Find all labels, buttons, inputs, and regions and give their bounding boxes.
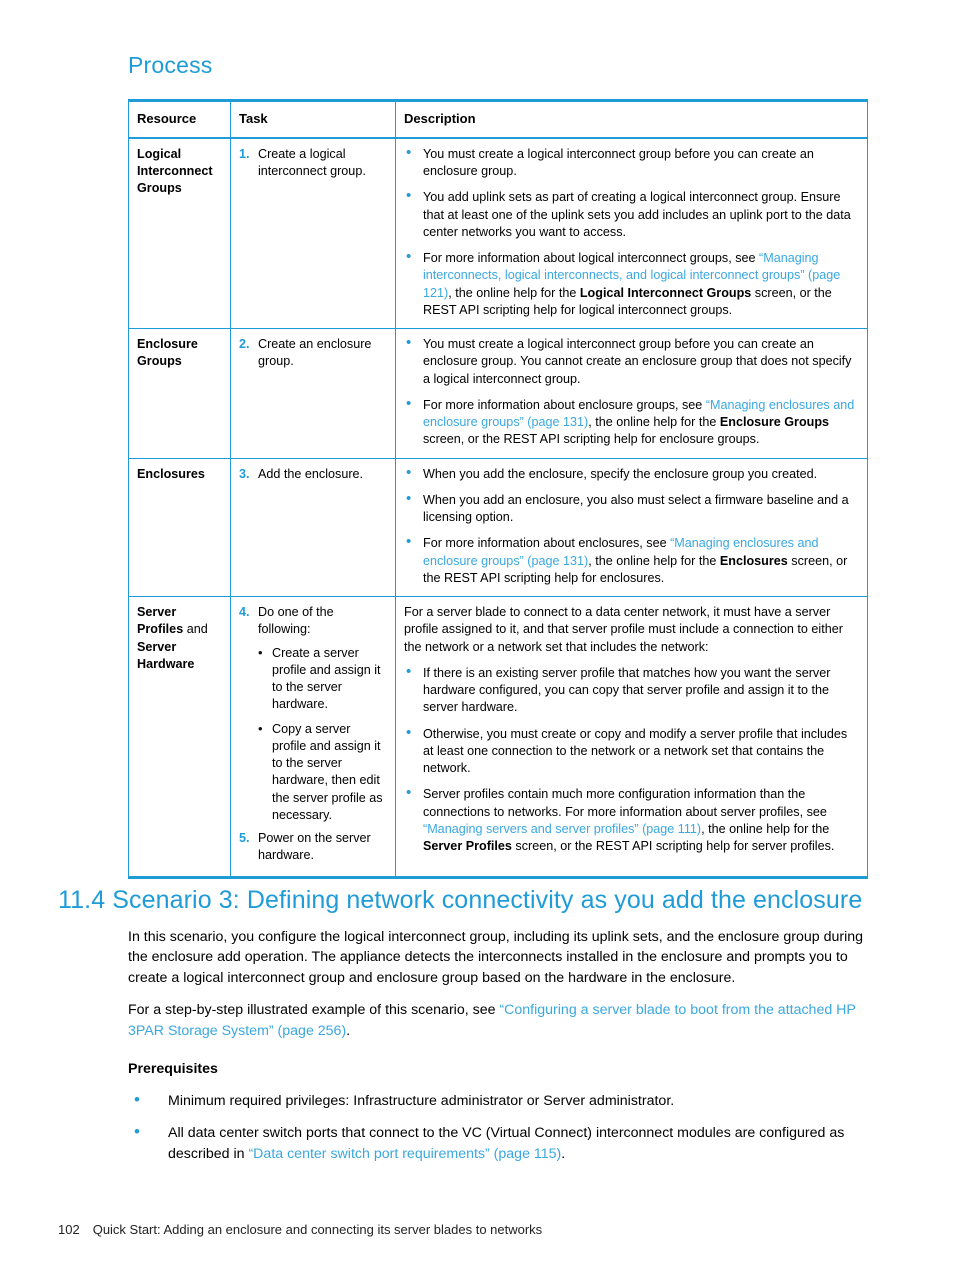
resource-label-line1: Enclosures <box>137 466 205 481</box>
paragraph: In this scenario, you configure the logi… <box>128 929 864 986</box>
resource-label-line2: Groups <box>137 354 182 369</box>
resource-cell: Enclosure Groups <box>128 328 231 459</box>
resource-cell: Enclosures <box>128 457 231 598</box>
ui-screen-name: Enclosures <box>719 553 788 568</box>
step-number: 4. <box>239 605 250 620</box>
cross-reference-link[interactable]: “Data center switch port requirements” (… <box>248 1146 561 1162</box>
resource-label-line3: Groups <box>137 181 182 196</box>
prerequisites-list: Minimum required privileges: Infrastruct… <box>128 1088 876 1176</box>
task-cell: 3. Add the enclosure. <box>230 457 396 598</box>
process-table: Resource Task Description Logical Interc… <box>128 98 868 879</box>
task-step: 5. Power on the server hardware. <box>239 830 387 865</box>
paragraph-text-post: . <box>346 1022 351 1039</box>
resource-label-line2: Interconnect <box>137 164 213 179</box>
resource-label-line1: Enclosure <box>137 337 198 352</box>
description-bullet-list: If there is an existing server profile t… <box>404 663 859 856</box>
process-heading: Process <box>128 52 213 78</box>
page-footer: 102 Quick Start: Adding an enclosure and … <box>58 1222 542 1237</box>
task-step: 3. Add the enclosure. <box>239 466 387 483</box>
table-row: Enclosures 3. Add the enclosure. When yo… <box>128 457 868 598</box>
ui-screen-name: Server Profiles <box>423 839 512 854</box>
paragraph: For a step-by-step illustrated example o… <box>128 1000 876 1041</box>
section-body: In this scenario, you configure the logi… <box>128 927 876 1041</box>
table-row: Enclosure Groups 2. Create an enclosure … <box>128 328 868 459</box>
section-heading: 11.4 Scenario 3: Defining network connec… <box>58 886 863 914</box>
resource-label-conjunction: and <box>183 622 208 637</box>
ui-screen-name: Logical Interconnect Groups <box>579 285 752 300</box>
bullet-text-post: screen, or the REST API scripting help f… <box>423 432 760 447</box>
footer-text: Quick Start: Adding an enclosure and con… <box>92 1222 543 1237</box>
list-item: When you add the enclosure, specify the … <box>404 464 859 483</box>
resource-label-line1: Logical <box>137 146 182 161</box>
ui-screen-name: Enclosure Groups <box>719 415 830 430</box>
resource-label-bold1: Server Profiles <box>137 605 184 637</box>
bullet-text-pre: For more information about enclosure gro… <box>423 397 706 412</box>
task-cell: 4. Do one of the following: Create a ser… <box>230 596 396 879</box>
list-item: Otherwise, you must create or copy and m… <box>404 724 859 778</box>
bullet-text-mid: , the online help for the <box>701 821 830 836</box>
column-header-description: Description <box>395 98 868 139</box>
paragraph-text-pre: For a step-by-step illustrated example o… <box>128 1002 500 1019</box>
list-item: All data center switch ports that connec… <box>128 1120 876 1164</box>
description-bullet-list: You must create a logical interconnect g… <box>404 144 859 319</box>
step-number: 5. <box>239 831 250 846</box>
description-cell: You must create a logical interconnect g… <box>395 137 868 330</box>
list-item: Create a server profile and assign it to… <box>258 644 387 714</box>
table-header-row: Resource Task Description <box>128 98 868 139</box>
list-item: Server profiles contain much more config… <box>404 784 859 855</box>
list-item: For more information about enclosure gro… <box>404 395 859 449</box>
bullet-text-post: screen, or the REST API scripting help f… <box>511 839 835 854</box>
footer-page-number: 102 <box>58 1222 80 1237</box>
step-number: 3. <box>239 466 250 481</box>
description-bullet-list: When you add the enclosure, specify the … <box>404 464 859 588</box>
task-step: 2. Create an enclosure group. <box>239 336 387 371</box>
list-item: Copy a server profile and assign it to t… <box>258 720 387 825</box>
description-cell: For a server blade to connect to a data … <box>395 596 868 879</box>
step-text: Power on the server hardware. <box>258 831 371 863</box>
list-item: For more information about logical inter… <box>404 248 859 319</box>
table-row: Server Profiles and Server Hardware 4. D… <box>128 596 868 879</box>
bullet-text-post: . <box>561 1145 566 1162</box>
column-header-resource: Resource <box>128 98 231 139</box>
description-intro: For a server blade to connect to a data … <box>404 605 843 654</box>
bullet-text-pre: For more information about logical inter… <box>423 251 760 266</box>
list-item: You must create a logical interconnect g… <box>404 334 859 388</box>
step-text: Create an enclosure group. <box>258 337 372 369</box>
list-item: For more information about enclosures, s… <box>404 533 859 587</box>
prerequisites-title: Prerequisites <box>128 1061 218 1077</box>
resource-label-bold2: Server Hardware <box>137 639 195 671</box>
step-text: Create a logical interconnect group. <box>258 146 366 179</box>
list-item: You add uplink sets as part of creating … <box>404 187 859 241</box>
list-item: When you add an enclosure, you also must… <box>404 490 859 527</box>
resource-cell: Logical Interconnect Groups <box>128 137 231 330</box>
resource-cell: Server Profiles and Server Hardware <box>128 596 231 879</box>
bullet-text-pre: Server profiles contain much more config… <box>423 787 827 819</box>
bullet-text-pre: For more information about enclosures, s… <box>423 536 671 551</box>
table-row: Logical Interconnect Groups 1. Create a … <box>128 137 868 330</box>
step-text: Add the enclosure. <box>258 466 364 481</box>
task-cell: 2. Create an enclosure group. <box>230 328 396 459</box>
list-item: If there is an existing server profile t… <box>404 663 859 717</box>
task-sub-bullet-list: Create a server profile and assign it to… <box>239 644 387 825</box>
description-cell: You must create a logical interconnect g… <box>395 328 868 459</box>
task-cell: 1. Create a logical interconnect group. <box>230 137 396 330</box>
list-item: Minimum required privileges: Infrastruct… <box>128 1088 876 1113</box>
task-step: 1. Create a logical interconnect group. <box>239 146 387 181</box>
description-cell: When you add the enclosure, specify the … <box>395 457 868 598</box>
list-item: You must create a logical interconnect g… <box>404 144 859 181</box>
step-number: 1. <box>239 146 250 161</box>
description-bullet-list: You must create a logical interconnect g… <box>404 334 859 449</box>
bullet-text-mid: , the online help for the <box>588 415 720 430</box>
bullet-text-mid: , the online help for the <box>448 285 580 300</box>
column-header-task: Task <box>230 98 396 139</box>
cross-reference-link[interactable]: “Managing servers and server profiles” (… <box>423 822 701 836</box>
step-text: Do one of the following: <box>258 605 334 637</box>
task-step: 4. Do one of the following: <box>239 604 387 639</box>
document-page: Process Resource Task Description Logica… <box>0 0 954 1271</box>
step-number: 2. <box>239 337 250 352</box>
bullet-text-mid: , the online help for the <box>588 553 720 568</box>
